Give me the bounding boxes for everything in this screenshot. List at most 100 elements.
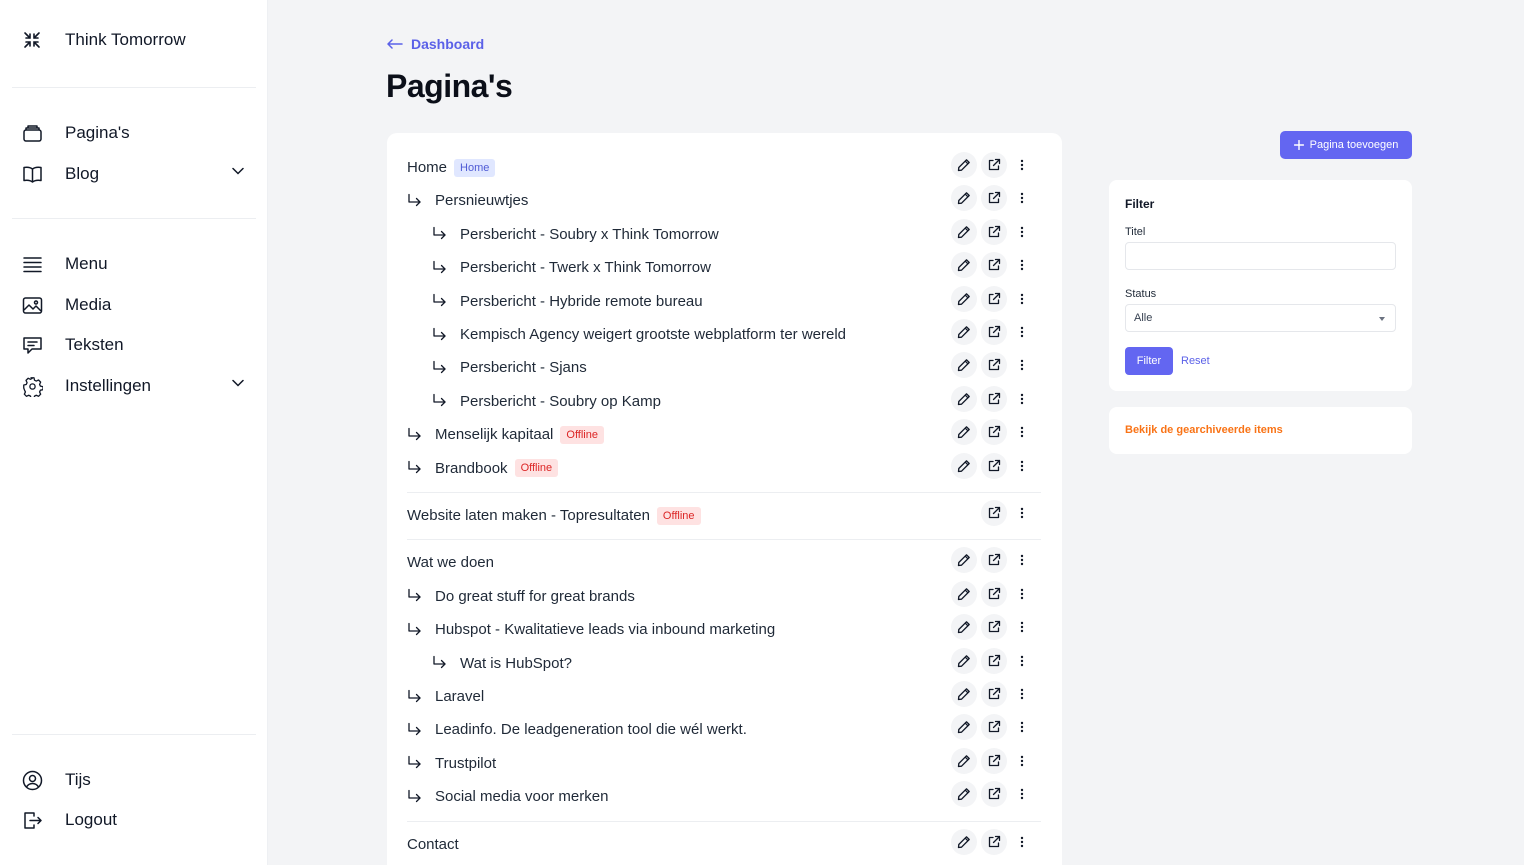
filter-button[interactable]: Filter [1125,347,1173,375]
page-title-label[interactable]: Home [407,159,447,176]
page-row[interactable]: Laravel [407,680,1041,713]
page-row[interactable]: Wat we doen [407,546,1041,579]
page-title-label[interactable]: Laravel [435,688,484,705]
page-title-label[interactable]: Social media voor merken [435,788,608,805]
edit-button[interactable] [951,419,977,446]
page-title-label[interactable]: Leadinfo. De leadgeneration tool die wél… [435,721,747,738]
sidebar-item-logout[interactable]: Logout [22,803,244,837]
open-external-button[interactable] [981,319,1007,345]
page-row[interactable]: Persnieuwtjes [407,184,1041,217]
more-options-button[interactable] [1011,829,1033,855]
open-external-button[interactable] [981,647,1007,674]
edit-button[interactable] [951,614,977,641]
more-options-button[interactable] [1011,681,1033,707]
sidebar-item-teksten[interactable]: Teksten [22,328,244,362]
page-row[interactable]: Persbericht - Twerk x Think Tomorrow [407,251,1041,284]
more-options-button[interactable] [1011,286,1033,312]
page-row[interactable]: Home Home [407,151,1041,184]
edit-button[interactable] [951,185,977,212]
open-external-button[interactable] [981,614,1007,641]
page-title-label[interactable]: Persbericht - Soubry op Kamp [460,393,661,410]
more-options-button[interactable] [1011,386,1033,412]
page-title-label[interactable]: Persbericht - Soubry x Think Tomorrow [460,226,719,243]
edit-button[interactable] [951,218,977,245]
more-options-button[interactable] [1011,581,1033,607]
open-external-button[interactable] [981,452,1007,479]
edit-button[interactable] [951,252,977,279]
edit-button[interactable] [951,452,977,479]
more-options-button[interactable] [1011,781,1033,807]
sidebar-item-media[interactable]: Media [22,288,244,322]
page-title-label[interactable]: Brandbook [435,460,508,477]
more-options-button[interactable] [1011,419,1033,445]
edit-button[interactable] [951,385,977,412]
edit-button[interactable] [951,352,977,379]
open-external-button[interactable] [981,828,1007,855]
more-options-button[interactable] [1011,714,1033,740]
page-row[interactable]: Do great stuff for great brands [407,580,1041,613]
open-external-button[interactable] [981,218,1007,245]
open-external-button[interactable] [981,580,1007,607]
page-row[interactable]: Menselijk kapitaal Offline [407,418,1041,451]
edit-button[interactable] [951,547,977,574]
open-external-button[interactable] [981,385,1007,412]
open-external-button[interactable] [981,714,1007,741]
brand[interactable]: Think Tomorrow [22,30,186,50]
back-link[interactable]: Dashboard [387,36,484,52]
edit-button[interactable] [951,647,977,674]
more-options-button[interactable] [1011,185,1033,211]
page-title-label[interactable]: Persbericht - Sjans [460,359,587,376]
edit-button[interactable] [951,781,977,808]
more-options-button[interactable] [1011,614,1033,640]
sidebar-item-menu[interactable]: Menu [22,247,244,281]
more-options-button[interactable] [1011,352,1033,378]
chevron-down-icon[interactable] [232,379,244,387]
open-external-button[interactable] [981,747,1007,774]
open-external-button[interactable] [981,185,1007,212]
page-title-label[interactable]: Kempisch Agency weigert grootste webplat… [460,326,846,343]
page-row[interactable]: Persbericht - Soubry op Kamp [407,385,1041,418]
open-external-button[interactable] [981,781,1007,808]
more-options-button[interactable] [1011,152,1033,178]
page-title-label[interactable]: Website laten maken - Topresultaten [407,507,650,524]
page-title-label[interactable]: Persnieuwtjes [435,192,528,209]
more-options-button[interactable] [1011,648,1033,674]
page-title-label[interactable]: Persbericht - Twerk x Think Tomorrow [460,259,711,276]
edit-button[interactable] [951,828,977,855]
page-title-label[interactable]: Menselijk kapitaal [435,426,553,443]
page-row[interactable]: Hubspot - Kwalitatieve leads via inbound… [407,613,1041,646]
sidebar-item-paginas[interactable]: Pagina's [22,116,244,150]
more-options-button[interactable] [1011,453,1033,479]
open-external-button[interactable] [981,152,1007,178]
page-title-label[interactable]: Hubspot - Kwalitatieve leads via inbound… [435,621,775,638]
page-row[interactable]: Contact [407,828,1041,861]
page-title-label[interactable]: Trustpilot [435,755,496,772]
page-row[interactable]: Kempisch Agency weigert grootste webplat… [407,318,1041,351]
page-row[interactable]: Persbericht - Sjans [407,351,1041,384]
page-title-label[interactable]: Wat is HubSpot? [460,655,572,672]
chevron-down-icon[interactable] [232,167,244,175]
archived-items-link[interactable]: Bekijk de gearchiveerde items [1125,424,1283,436]
edit-button[interactable] [951,319,977,345]
edit-button[interactable] [951,681,977,707]
edit-button[interactable] [951,285,977,312]
add-page-button[interactable]: Pagina toevoegen [1280,131,1412,159]
open-external-button[interactable] [981,352,1007,379]
page-title-label[interactable]: Do great stuff for great brands [435,588,635,605]
more-options-button[interactable] [1011,500,1033,526]
open-external-button[interactable] [981,285,1007,312]
status-select[interactable]: Alle [1125,304,1396,332]
more-options-button[interactable] [1011,219,1033,245]
open-external-button[interactable] [981,681,1007,707]
edit-button[interactable] [951,747,977,774]
more-options-button[interactable] [1011,748,1033,774]
page-title-label[interactable]: Persbericht - Hybride remote bureau [460,293,703,310]
page-row[interactable]: Brandbook Offline [407,452,1041,485]
page-row[interactable]: Social media voor merken [407,780,1041,813]
title-input[interactable] [1125,242,1396,270]
more-options-button[interactable] [1011,319,1033,345]
sidebar-item-instellingen[interactable]: Instellingen [22,369,244,403]
open-external-button[interactable] [981,547,1007,574]
page-row[interactable]: Leadinfo. De leadgeneration tool die wél… [407,713,1041,746]
sidebar-item-blog[interactable]: Blog [22,157,244,191]
